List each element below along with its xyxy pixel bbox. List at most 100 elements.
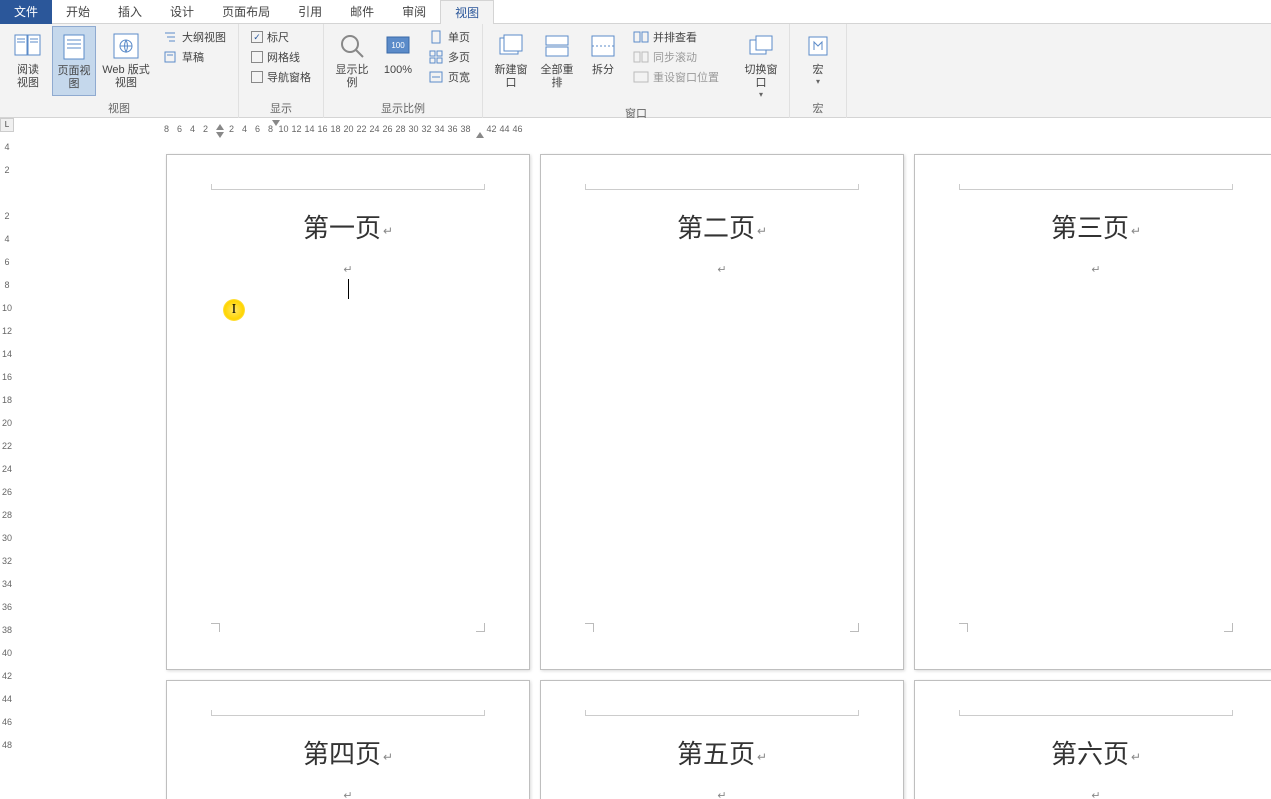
ruler-tick: 12 [290,124,303,134]
tab-view[interactable]: 视图 [440,0,494,24]
ruler-tick: 34 [433,124,446,134]
page-1-title: 第一页 [211,208,485,245]
btn-arrange-label: 全部重排 [537,64,577,90]
page-5-title: 第五页 [585,734,859,771]
ruler-tick: 4 [0,142,14,165]
menubar: 文件 开始 插入 设计 页面布局 引用 邮件 审阅 视图 [0,0,1271,24]
tab-home[interactable]: 开始 [52,0,104,24]
btn-outline-view[interactable]: 大纲视图 [158,28,230,46]
btn-100percent[interactable]: 100 100% [376,26,420,81]
btn-page-width[interactable]: 页宽 [424,68,474,86]
ruler-tick: 4 [238,124,251,134]
tab-design[interactable]: 设计 [156,0,208,24]
btn-sync-label: 同步滚动 [653,49,697,65]
ruler-tick: 4 [0,234,14,257]
dropdown-arrow-icon: ▾ [759,90,763,99]
vertical-ruler[interactable]: 4224681012141618202224262830323436384042… [0,142,14,763]
btn-single-page[interactable]: 单页 [424,28,474,46]
ruler-tick: 12 [0,326,14,349]
macros-icon [802,30,834,62]
btn-zoom[interactable]: 显示比例 [330,26,374,94]
ruler-right-marker-icon[interactable] [476,132,484,138]
draft-icon [162,49,178,65]
chk-gridlines-label: 网格线 [267,49,300,65]
page-5[interactable]: 第五页 ↵ [540,680,904,799]
page-6[interactable]: 第六页 ↵ [914,680,1271,799]
tab-references[interactable]: 引用 [284,0,336,24]
page-6-title: 第六页 [959,734,1233,771]
ruler-tick: 14 [0,349,14,372]
ruler-tick: 22 [0,441,14,464]
tab-review[interactable]: 审阅 [388,0,440,24]
chk-ruler[interactable]: ✓ 标尺 [247,28,315,46]
zoom-icon [336,30,368,62]
page-2-title: 第二页 [585,208,859,245]
ruler-tick: 38 [459,124,472,134]
tab-mail[interactable]: 邮件 [336,0,388,24]
multi-page-icon [428,49,444,65]
page-3[interactable]: 第三页 ↵ [914,154,1271,670]
arrange-all-icon [541,30,573,62]
ruler-tick: 14 [303,124,316,134]
paragraph-mark-icon: ↵ [211,263,485,276]
switch-window-icon [745,30,777,62]
btn-switch-label: 切换窗口 [741,64,781,90]
btn-macros[interactable]: 宏 ▾ [796,26,840,90]
ruler-hanging-marker-icon[interactable] [272,120,280,126]
page-1[interactable]: 第一页 ↵ [166,154,530,670]
btn-new-window[interactable]: 新建窗口 [489,26,533,94]
btn-side-by-side[interactable]: 并排查看 [629,28,735,46]
group-views: 阅读 视图 页面视图 Web 版式视图 大纲视图 [0,24,239,118]
ruler-tick: 10 [0,303,14,326]
document-area[interactable]: 第一页 ↵ 第二页 ↵ [14,140,1271,799]
outline-icon [162,29,178,45]
ruler-tick: 16 [0,372,14,395]
chk-navpane-label: 导航窗格 [267,69,311,85]
ruler-firstline-marker-icon[interactable] [216,124,224,130]
ruler-tick: 44 [498,124,511,134]
horizontal-ruler[interactable]: 8642246810121416182022242628303234363842… [160,118,524,140]
group-show-label: 显示 [245,98,317,118]
tab-file[interactable]: 文件 [0,0,52,24]
btn-page-view-label: 页面视图 [55,65,93,91]
btn-100-label: 100% [384,64,412,77]
btn-arrange-all[interactable]: 全部重排 [535,26,579,94]
btn-reading-view[interactable]: 阅读 视图 [6,26,50,94]
tab-insert[interactable]: 插入 [104,0,156,24]
btn-switch-window[interactable]: 切换窗口 ▾ [739,26,783,103]
btn-draft-view[interactable]: 草稿 [158,48,230,66]
ruler-tick: 2 [0,211,14,234]
ruler-tick: 26 [0,487,14,510]
btn-reset-position: 重设窗口位置 [629,68,735,86]
mouse-cursor-highlight-icon [223,299,245,321]
ruler-corner: L [0,118,14,132]
btn-page-view[interactable]: 页面视图 [52,26,96,96]
ribbon: 阅读 视图 页面视图 Web 版式视图 大纲视图 [0,24,1271,118]
ruler-tick: 2 [225,124,238,134]
page-2[interactable]: 第二页 ↵ [540,154,904,670]
ruler-tick: 30 [0,533,14,556]
reset-pos-icon [633,69,649,85]
sync-scroll-icon [633,49,649,65]
chk-navpane[interactable]: 导航窗格 [247,68,315,86]
ruler-indent-marker-icon[interactable] [216,132,224,138]
ruler-tick: 46 [511,124,524,134]
ruler-tick: 18 [0,395,14,418]
page-view-icon [58,31,90,63]
btn-single-label: 单页 [448,29,470,45]
ruler-tick [0,188,14,211]
web-view-icon [110,30,142,62]
ruler-tick: 28 [394,124,407,134]
tab-pagelayout[interactable]: 页面布局 [208,0,284,24]
page-4[interactable]: 第四页 ↵ [166,680,530,799]
paragraph-mark-icon: ↵ [959,789,1233,799]
btn-multi-label: 多页 [448,49,470,65]
paragraph-mark-icon: ↵ [959,263,1233,276]
btn-draft-label: 草稿 [182,49,204,65]
paragraph-mark-icon: ↵ [585,263,859,276]
ruler-tick: 8 [160,124,173,134]
chk-gridlines[interactable]: 网格线 [247,48,315,66]
btn-split[interactable]: 拆分 [581,26,625,81]
btn-multi-page[interactable]: 多页 [424,48,474,66]
btn-web-view[interactable]: Web 版式视图 [98,26,154,94]
